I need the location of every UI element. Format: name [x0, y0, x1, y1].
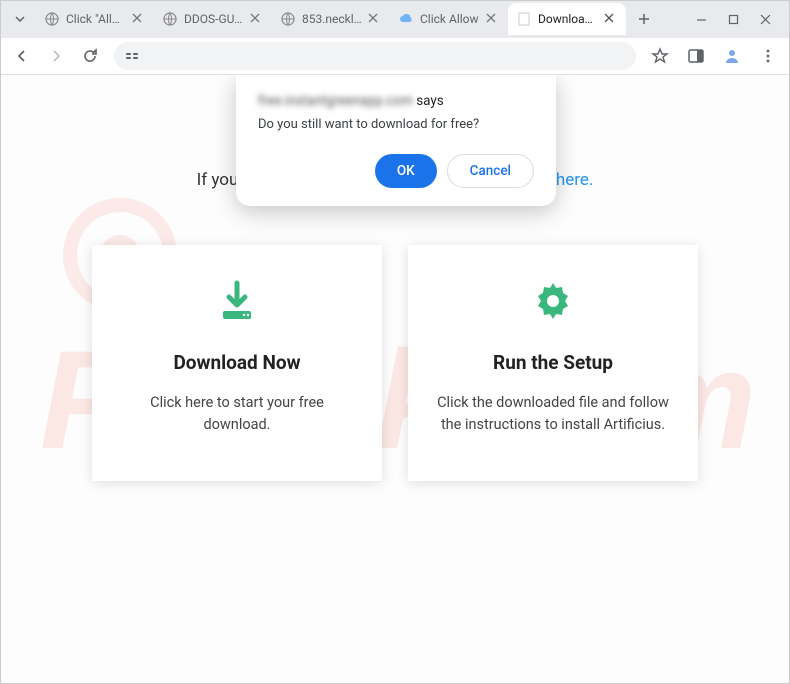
tab-title: Click "Allow": [66, 12, 126, 26]
bookmark-button[interactable]: [646, 42, 674, 70]
reload-button[interactable]: [76, 42, 104, 70]
minimize-button[interactable]: [694, 12, 708, 26]
close-icon[interactable]: [132, 12, 146, 26]
card-title: 02 Run the Setup: [432, 351, 674, 374]
instruction-cards: 01 Download Now Click here to start your…: [0, 245, 790, 481]
tab-bar: Click "Allow" DDOS-GUARD 853.necklovehan…: [0, 0, 790, 38]
tab-title: Click Allow: [420, 12, 480, 26]
close-icon[interactable]: [368, 12, 382, 26]
close-icon[interactable]: [604, 12, 618, 26]
javascript-dialog: free.instantgreenapp.com says Do you sti…: [236, 75, 556, 206]
ok-button[interactable]: OK: [375, 154, 437, 188]
star-icon: [651, 47, 669, 65]
cloud-icon: [398, 11, 414, 27]
back-button[interactable]: [8, 42, 36, 70]
tab-1[interactable]: Click "Allow": [36, 3, 154, 35]
site-settings-icon[interactable]: [124, 48, 140, 64]
panel-icon: [687, 47, 705, 65]
side-panel-button[interactable]: [682, 42, 710, 70]
arrow-right-icon: [48, 48, 64, 64]
tab-2[interactable]: DDOS-GUARD: [154, 3, 272, 35]
cancel-button[interactable]: Cancel: [447, 154, 534, 188]
nav-bar: [0, 38, 790, 75]
browser-chrome: Click "Allow" DDOS-GUARD 853.necklovehan…: [0, 0, 790, 75]
new-tab-button[interactable]: [630, 5, 658, 33]
maximize-button[interactable]: [726, 12, 740, 26]
tab-5-active[interactable]: Download Ready: [508, 3, 626, 35]
menu-button[interactable]: [754, 42, 782, 70]
dialog-says: says: [416, 93, 444, 109]
globe-icon: [162, 11, 178, 27]
card-title: 01 Download Now: [116, 351, 358, 374]
close-window-button[interactable]: [758, 12, 772, 26]
blank-favicon: [516, 11, 532, 27]
globe-icon: [44, 11, 60, 27]
tab-title: 853.necklovehan...: [302, 12, 362, 26]
window-controls: [694, 12, 786, 26]
gear-icon: [432, 275, 674, 327]
plus-icon: [638, 13, 650, 25]
tab-3[interactable]: 853.necklovehan...: [272, 3, 390, 35]
globe-icon: [280, 11, 296, 27]
dialog-buttons: OK Cancel: [258, 154, 534, 188]
person-icon: [723, 47, 741, 65]
chevron-down-icon: [14, 13, 26, 25]
page-content: PCrisk.com If your download didn't start…: [0, 75, 790, 684]
close-icon[interactable]: [486, 12, 500, 26]
tab-4[interactable]: Click Allow: [390, 3, 508, 35]
tab-title: DDOS-GUARD: [184, 12, 244, 26]
tab-search-dropdown[interactable]: [8, 7, 32, 31]
card-description: Click the downloaded file and follow the…: [432, 392, 674, 437]
dialog-domain-blurred: free.instantgreenapp.com: [258, 93, 413, 109]
tab-title: Download Ready: [538, 12, 598, 26]
download-card[interactable]: 01 Download Now Click here to start your…: [92, 245, 382, 481]
card-description: Click here to start your free download.: [116, 392, 358, 437]
address-bar[interactable]: [114, 42, 636, 70]
forward-button[interactable]: [42, 42, 70, 70]
close-icon[interactable]: [250, 12, 264, 26]
dialog-origin: free.instantgreenapp.com says: [258, 93, 534, 109]
setup-card: 02 Run the Setup Click the downloaded fi…: [408, 245, 698, 481]
reload-icon: [82, 48, 98, 64]
arrow-left-icon: [14, 48, 30, 64]
dialog-message: Do you still want to download for free?: [258, 117, 534, 132]
kebab-icon: [760, 48, 776, 64]
profile-button[interactable]: [718, 42, 746, 70]
download-icon: [116, 275, 358, 327]
